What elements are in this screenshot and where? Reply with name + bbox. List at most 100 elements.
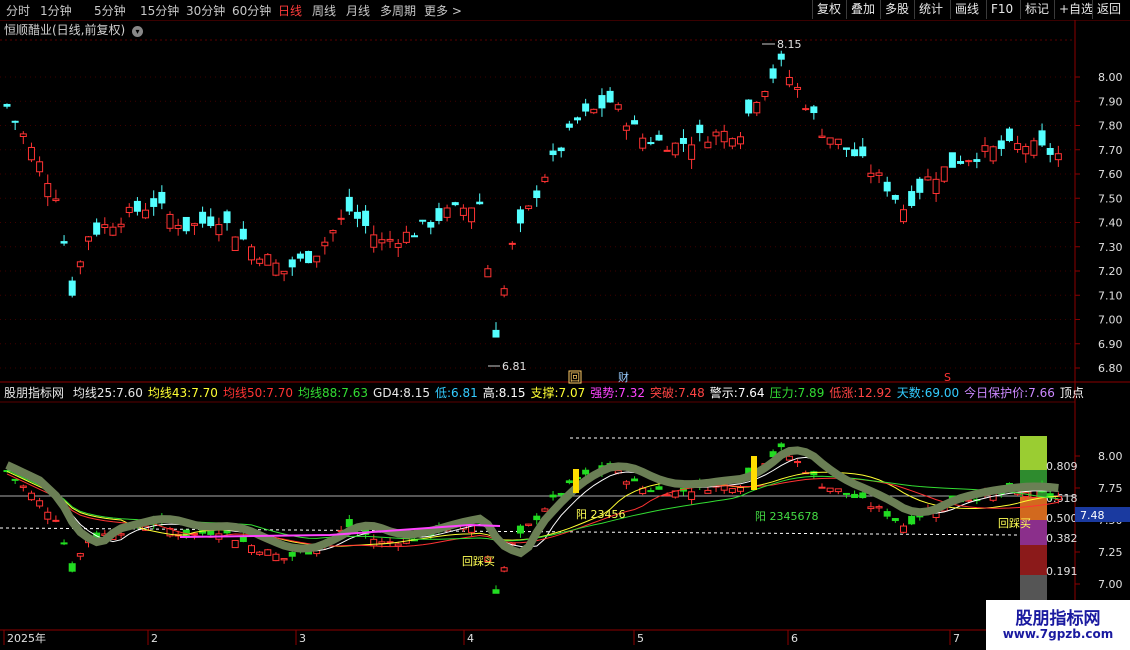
sub-candle-body	[68, 563, 76, 572]
high-label: 8.15	[777, 38, 802, 51]
candle-body	[639, 137, 647, 149]
indicator-item: GD4:8.15	[373, 386, 430, 400]
sub-candle-body	[288, 552, 296, 557]
sub-candle-body	[704, 489, 712, 494]
indicator-item: 突破:7.48	[650, 386, 705, 400]
candle-body	[704, 141, 712, 149]
candle-body	[411, 235, 418, 238]
indicator-item: 顶点	[1059, 386, 1084, 400]
candle-body	[826, 137, 834, 145]
price-tick-label: 8.00	[1098, 71, 1123, 84]
sub-candle-body	[908, 515, 916, 525]
candle-body	[239, 228, 247, 240]
hui-marker: 回	[570, 372, 580, 384]
watermark-title: 股朋指标网	[1015, 609, 1101, 629]
sub-tick-label: 7.75	[1098, 482, 1123, 495]
candle-body	[199, 211, 207, 224]
candle-body	[125, 206, 133, 213]
candle-body	[516, 209, 524, 224]
kline-chart[interactable]: 8.00 7.90 7.80 7.70 7.60 7.50 7.40 7.30 7.20 7.10…	[0, 0, 1130, 650]
candle-body	[622, 125, 630, 131]
sub-tick-label: 7.25	[1098, 546, 1123, 559]
candle-body	[394, 243, 402, 248]
indicator-item: 低涨:12.92	[829, 386, 892, 400]
fib-zone	[1020, 575, 1047, 600]
candle-body	[19, 133, 27, 137]
sub-candle-body	[883, 511, 891, 517]
candle-body	[182, 216, 190, 232]
candle-body	[435, 208, 443, 221]
sub-candle-body	[631, 478, 639, 482]
candle-body	[451, 202, 459, 206]
price-tick-label: 7.30	[1098, 241, 1123, 254]
candle-body	[1054, 153, 1062, 161]
candle-body	[777, 53, 785, 60]
watermark-url: www.7gpzb.com	[1002, 627, 1114, 641]
candle-body	[614, 104, 622, 110]
candle-body	[11, 120, 19, 123]
sub-candle-body	[867, 506, 875, 510]
price-tick-label: 7.20	[1098, 265, 1123, 278]
indicator-item: 天数:69.00	[896, 386, 960, 400]
candle-body	[93, 222, 101, 235]
candle-body	[3, 103, 11, 107]
sub-candle-body	[891, 518, 899, 522]
candle-body	[965, 160, 973, 163]
indicator-item: 均线88:7.63	[297, 386, 369, 400]
candle-body	[419, 219, 427, 222]
candle-body	[1022, 146, 1030, 155]
candle-body	[549, 150, 557, 156]
candle-body	[85, 236, 92, 242]
candle-body	[133, 200, 141, 212]
candle-body	[794, 86, 802, 90]
sub-candle-body	[280, 558, 288, 561]
candle-body	[900, 209, 907, 223]
candle-body	[606, 90, 614, 103]
buy-signal-label: 回踩买	[462, 555, 495, 568]
candle-body	[663, 149, 671, 152]
sub-candle-body	[231, 539, 239, 549]
indicator-item: 均线43:7.70	[147, 386, 218, 400]
candle-body	[52, 198, 60, 202]
sub-candle-body	[76, 553, 84, 557]
sub-candle-body	[777, 443, 785, 448]
sub-candle-body	[557, 493, 565, 496]
candle-body	[248, 246, 255, 261]
candle-body	[802, 108, 810, 111]
fib-label: 0.191	[1046, 565, 1078, 578]
candle-body	[345, 196, 353, 212]
candle-body	[370, 234, 378, 248]
sub-candle-body	[728, 488, 736, 493]
indicator-item: 均线50:7.70	[222, 386, 293, 400]
candle-body	[231, 236, 239, 251]
sub-candle-body	[826, 487, 834, 492]
sub-candle-body	[663, 494, 671, 497]
candle-body	[679, 137, 687, 144]
candle-body	[76, 261, 84, 268]
candle-body	[973, 159, 981, 162]
candle-body	[1038, 130, 1046, 146]
candle-body	[280, 270, 288, 275]
indicator-item: 压力:7.89	[769, 386, 825, 400]
time-label: 2	[151, 632, 158, 645]
candle-body	[1014, 143, 1022, 151]
sub-candle-body	[525, 523, 533, 526]
sub-candle-body	[492, 589, 500, 594]
candle-body	[101, 224, 109, 228]
candle-body	[500, 288, 508, 296]
candle-body	[696, 124, 704, 134]
candle-body	[785, 77, 793, 86]
candle-body	[883, 181, 891, 192]
candle-body	[875, 172, 883, 176]
candle-body	[468, 207, 476, 223]
sub-candle-body	[52, 519, 60, 522]
fib-label: 0.382	[1046, 532, 1078, 545]
indicator-item: 今日保护价:7.66	[964, 386, 1055, 400]
s-marker: S	[944, 371, 951, 384]
candle-body	[655, 134, 663, 141]
candle-body	[842, 147, 850, 150]
candle-body	[443, 207, 451, 218]
candle-body	[27, 146, 35, 161]
candle-body	[737, 136, 744, 145]
price-tick-label: 7.10	[1098, 289, 1123, 302]
